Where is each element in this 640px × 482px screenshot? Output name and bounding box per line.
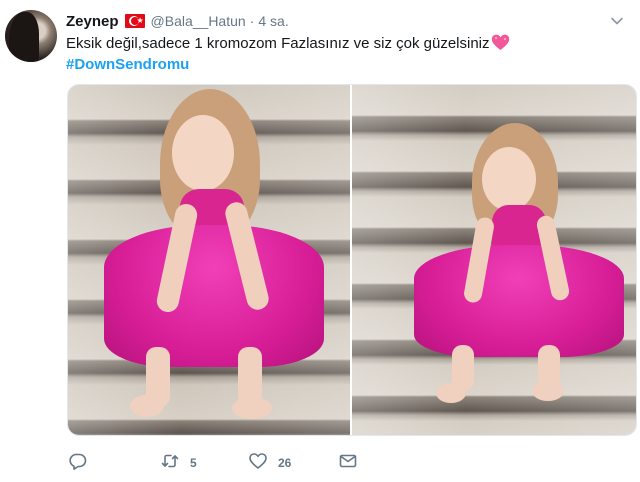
chevron-down-icon[interactable]: [610, 14, 624, 28]
retweet-button[interactable]: 5: [160, 452, 197, 474]
author-handle[interactable]: @Bala__Hatun: [151, 13, 246, 29]
retweet-icon: [160, 451, 180, 476]
reply-button[interactable]: [68, 452, 88, 474]
tweet-header: Zeynep ★ @Bala__Hatun · 4 sa.: [66, 11, 289, 31]
tweet-media[interactable]: [67, 84, 637, 436]
avatar[interactable]: [5, 10, 57, 62]
tweet: Zeynep ★ @Bala__Hatun · 4 sa. Eksik deği…: [0, 0, 640, 482]
retweet-count: 5: [190, 456, 197, 470]
reply-icon: [68, 451, 88, 476]
tweet-text-content: Eksik değil,sadece 1 kromozom Fazlasınız…: [66, 35, 490, 52]
tweet-timestamp[interactable]: 4 sa.: [258, 13, 288, 29]
photo-left[interactable]: [68, 85, 350, 435]
sparkling-heart-icon: [491, 34, 510, 57]
direct-message-button[interactable]: [338, 452, 358, 474]
turkey-flag-icon: ★: [124, 14, 145, 28]
photo-right[interactable]: [352, 85, 636, 435]
tweet-actions: 5 26: [68, 452, 628, 474]
hashtag-link[interactable]: #DownSendromu: [66, 55, 189, 75]
like-button[interactable]: 26: [248, 452, 291, 474]
envelope-icon: [338, 451, 358, 476]
like-count: 26: [278, 456, 292, 470]
tweet-text: Eksik değil,sadece 1 kromozom Fazlasınız…: [66, 34, 510, 57]
heart-icon: [248, 451, 268, 476]
separator-dot: ·: [249, 13, 255, 29]
author-name[interactable]: Zeynep: [66, 13, 119, 30]
